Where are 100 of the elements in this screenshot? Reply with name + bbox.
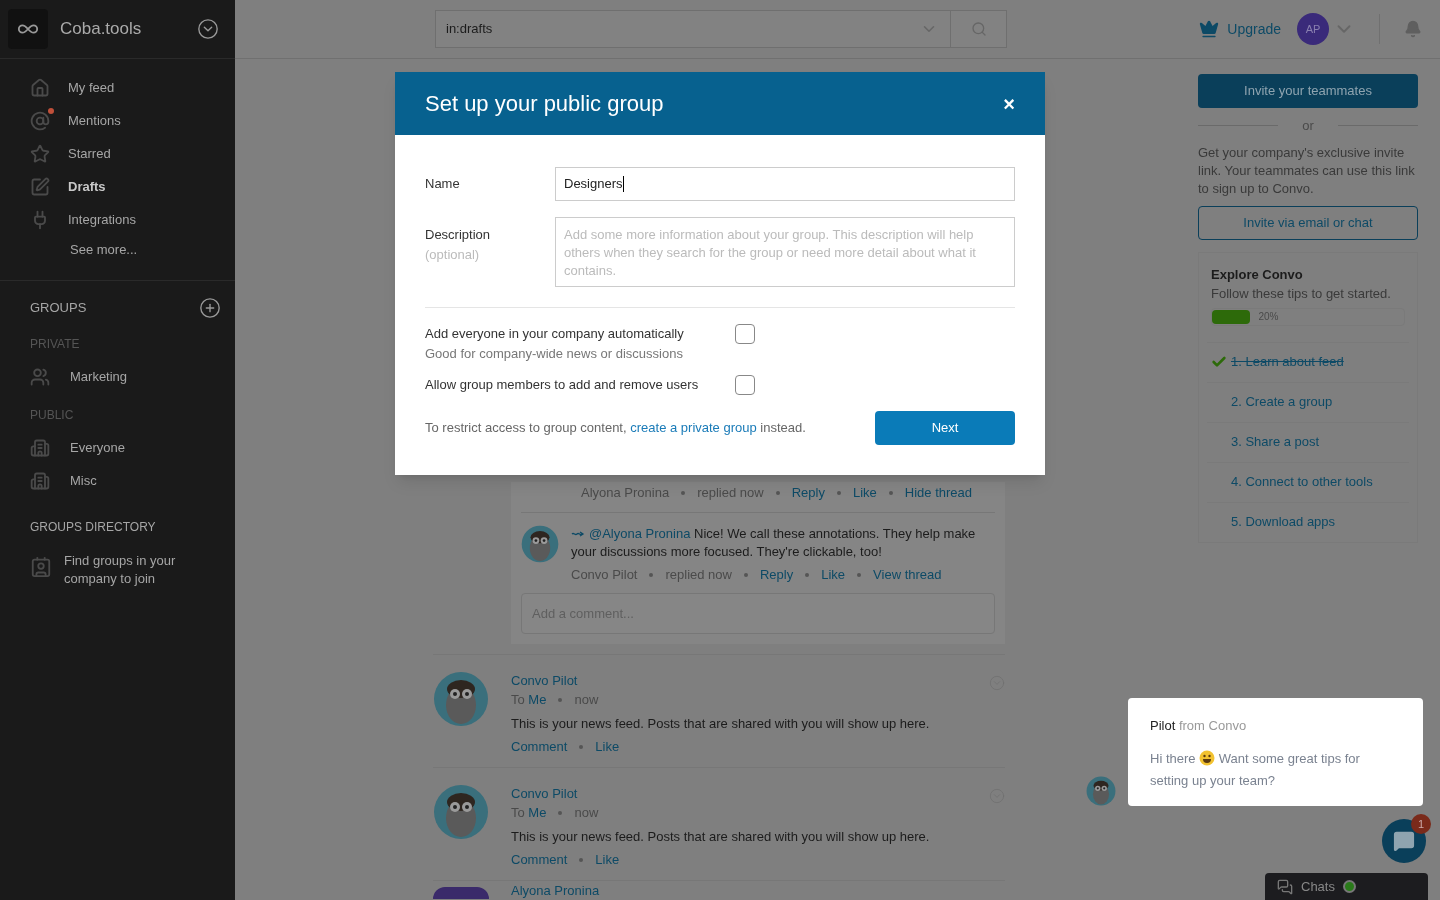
nav-link[interactable]: My feed	[68, 77, 115, 98]
dot-separator-icon	[836, 491, 841, 495]
pilot-avatar	[1086, 775, 1116, 806]
dot-separator-icon	[649, 572, 654, 577]
post-action-link[interactable]: Comment	[511, 737, 568, 757]
house-icon	[30, 77, 50, 98]
building-icon	[30, 471, 50, 491]
logo[interactable]	[8, 9, 48, 49]
question-chat-icon	[1393, 830, 1415, 852]
nav-link[interactable]: Starred	[68, 143, 111, 164]
upgrade-link[interactable]: Upgrade	[1199, 18, 1281, 40]
avatar	[433, 886, 489, 899]
comment-action-link[interactable]: Reply	[760, 565, 794, 585]
explore-subtitle: Follow these tips to get started.	[1210, 285, 1392, 303]
field-label: Name	[425, 175, 461, 194]
description-field[interactable]: Add some more information about your group. This description will help others when they search for the group or need more detail about what it contains.	[555, 217, 1015, 287]
see-more-link[interactable]: See more...	[70, 240, 235, 260]
dot-separator-icon	[775, 491, 780, 495]
pencil-square-icon	[30, 176, 50, 197]
chat-sender: Pilot from Convo	[1150, 718, 1247, 733]
section-heading: GROUPS DIRECTORY	[30, 518, 157, 536]
option-label: Add everyone in your company automatically	[425, 325, 685, 343]
dot-separator-icon	[579, 744, 584, 749]
comment-action-link[interactable]: Hide thread	[904, 483, 972, 503]
post-author-link[interactable]: Convo Pilot	[511, 670, 930, 690]
post-action-link[interactable]: Like	[595, 850, 620, 870]
chats-bar[interactable]: Chats	[1265, 873, 1428, 900]
post-author-link[interactable]: Alyona Pronina	[511, 882, 600, 899]
nav-link[interactable]: Drafts	[68, 176, 106, 197]
group-link[interactable]: Everyone	[70, 438, 125, 458]
next-button[interactable]: Next	[875, 411, 1015, 445]
comment-action-link[interactable]: Reply	[791, 483, 825, 503]
tip-link[interactable]: 1. Learn about feed	[1231, 352, 1344, 372]
user-avatar[interactable]: AP	[1297, 13, 1329, 45]
workspace-menu-button[interactable]	[197, 18, 219, 40]
comment-text: @Alyona Pronina Nice! We call these annotations. They help make your discussions more focused. They're clickable, too!	[571, 525, 977, 561]
dot-separator-icon	[681, 491, 686, 495]
smiley-icon	[1199, 749, 1216, 766]
tip-link[interactable]: 2. Create a group	[1231, 392, 1333, 412]
post-author-link[interactable]: Convo Pilot	[511, 783, 930, 803]
optional-hint: (optional)	[425, 245, 481, 264]
tip-link[interactable]: 3. Share a post	[1231, 432, 1320, 452]
chat-bubbles-icon	[1277, 878, 1293, 895]
post-action-link[interactable]: Comment	[511, 850, 568, 870]
owl-avatar	[521, 525, 559, 563]
option-hint: Good for company-wide news or discussions	[425, 344, 684, 363]
section-heading: GROUPS	[30, 298, 87, 317]
mention-link[interactable]: @Alyona Pronina	[589, 526, 691, 541]
dot-separator-icon	[558, 810, 563, 815]
section-label: PRIVATE	[30, 335, 81, 353]
brand-name: Coba.tools	[60, 18, 142, 41]
help-button[interactable]	[1382, 819, 1426, 863]
comment-action-link[interactable]: Like	[852, 483, 877, 503]
group-link[interactable]: Marketing	[70, 367, 128, 387]
invite-teammates-button[interactable]: Invite your teammates	[1198, 74, 1418, 108]
restrict-note: To restrict access to group content, create a private group instead.	[425, 419, 807, 438]
tip-link[interactable]: 4. Connect to other tools	[1231, 472, 1373, 492]
field-label: Description	[425, 226, 492, 244]
reply-arrow-icon	[571, 530, 585, 539]
group-link[interactable]: Misc	[70, 471, 97, 491]
dot-separator-icon	[805, 572, 810, 577]
people-icon	[30, 367, 50, 387]
search-value: in:drafts	[446, 20, 494, 39]
name-field[interactable]: Designers	[555, 167, 1015, 201]
at-sign-icon	[30, 110, 50, 131]
explore-title: Explore Convo	[1210, 265, 1304, 284]
building-icon	[30, 438, 50, 458]
dot-separator-icon	[888, 491, 893, 495]
post-action-link[interactable]: Like	[595, 737, 620, 757]
invite-link-button[interactable]: Invite via email or chat	[1198, 205, 1418, 240]
tip-link[interactable]: 5. Download apps	[1231, 512, 1336, 532]
post-text: This is your news feed. Posts that are shared with you will show up here.	[511, 827, 930, 846]
add-group-button[interactable]	[199, 296, 221, 319]
crown-icon	[1199, 19, 1220, 39]
name-value: Designers	[564, 175, 623, 194]
dot-separator-icon	[857, 572, 862, 577]
nav-link[interactable]: Integrations	[68, 209, 136, 230]
close-button[interactable]: ×	[1003, 88, 1015, 119]
comment-time: replied now	[665, 566, 732, 584]
private-group-link[interactable]: create a private group	[630, 420, 757, 436]
option-label: Allow group members to add and remove users	[425, 376, 700, 394]
section-label: PUBLIC	[30, 406, 75, 424]
notification-badge: 1	[1411, 814, 1431, 834]
comment-action-link[interactable]: Like	[821, 565, 846, 585]
checkbox[interactable]	[735, 324, 755, 344]
dot-separator-icon	[558, 697, 563, 702]
directory-icon	[30, 555, 52, 578]
owl-avatar	[433, 783, 489, 840]
owl-avatar	[433, 670, 489, 727]
comment-author: Convo Pilot	[571, 566, 638, 584]
chats-label: Chats	[1301, 877, 1335, 896]
checkbox[interactable]	[735, 375, 755, 395]
directory-link[interactable]: Find groups in your company to join	[64, 551, 194, 588]
nav-link[interactable]: Mentions	[68, 110, 121, 131]
dot-separator-icon	[579, 857, 584, 862]
comment-action-link[interactable]: View thread	[873, 565, 942, 585]
invite-text: Get your company's exclusive invite link. Your teammates can use this link to sign up to Convo.	[1198, 143, 1416, 198]
star-icon	[30, 143, 50, 164]
modal-title: Set up your public group	[425, 90, 664, 118]
chat-message: Hi there Want some great tips for setting up your team?	[1150, 748, 1361, 790]
